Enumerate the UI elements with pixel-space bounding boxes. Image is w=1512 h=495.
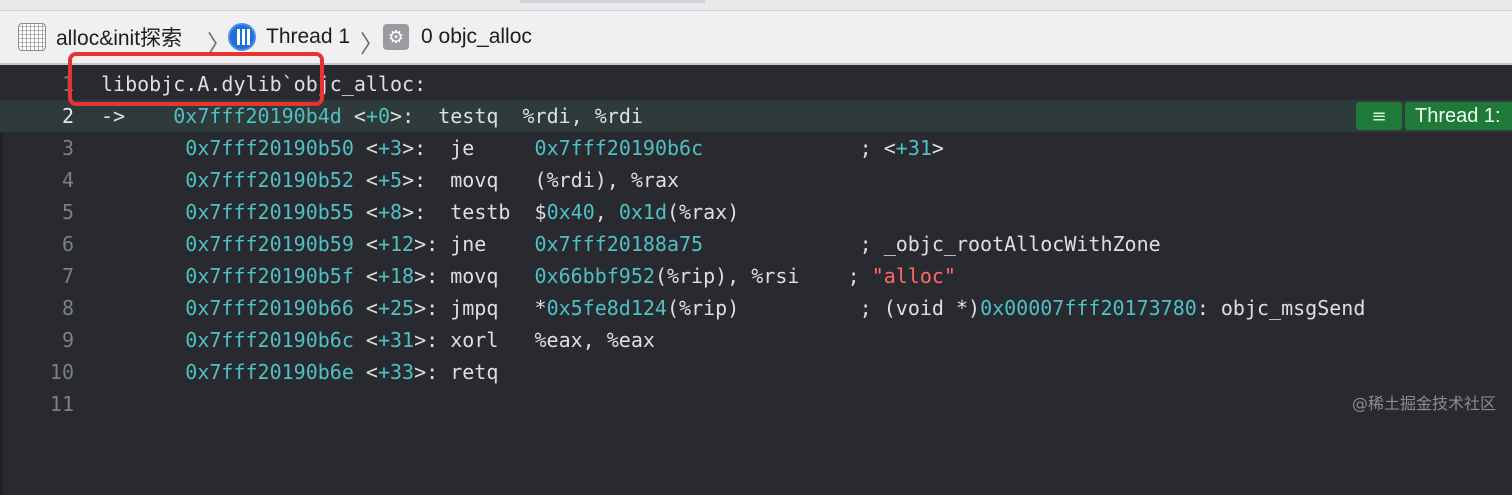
instruction-address: 0x7fff20190b50 [185,136,354,160]
mnemonic: je [450,136,475,160]
displacement: 0x1d [618,200,668,224]
line-number: 2 [61,104,74,128]
instruction-offset: +3 [377,136,403,160]
mnemonic: movq [450,264,499,288]
operands: (%rip) [666,296,740,320]
instruction-offset: +31 [377,328,415,352]
instruction-offset: +8 [377,200,403,224]
thread-icon [228,23,256,51]
code-text: 0x7fff20190b66 <+25>: jmpq *0x5fe8d124(%… [185,296,1366,320]
hamburger-icon[interactable]: ≡ [1356,102,1402,130]
line-number: 4 [61,168,74,192]
operands: 0x7fff20190b6c [534,136,704,160]
instruction-address: 0x7fff20190b6c [185,328,354,352]
instruction-address: 0x7fff20190b6e [185,360,354,384]
mnemonic: retq [450,360,499,384]
comment: _objc_rootAllocWithZone [883,232,1161,256]
operands: (%rdi), %rax [534,168,680,192]
code-text: 0x7fff20190b52 <+5>: movq (%rdi), %rax [185,168,680,192]
code-line[interactable]: 3 0x7fff20190b50 <+3>: je 0x7fff20190b6c… [0,132,1512,164]
code-line[interactable]: 10 0x7fff20190b6e <+33>: retq [0,356,1512,388]
instruction-offset: +18 [377,264,415,288]
instruction-address: 0x7fff20190b55 [185,200,354,224]
code-line[interactable]: 11 [0,388,1512,420]
code-text: 0x7fff20190b55 <+8>: testb $0x40, 0x1d(%… [185,200,740,224]
disassembly-editor[interactable]: 1 libobjc.A.dylib`objc_alloc: 2 -> 0x7ff… [0,67,1512,495]
mnemonic: xorl [450,328,499,352]
code-text: 0x7fff20190b6e <+33>: retq [185,360,499,384]
mnemonic: testb [450,200,511,224]
code-line[interactable]: 5 0x7fff20190b55 <+8>: testb $0x40, 0x1d… [0,196,1512,228]
comment-prefix: (void *) [883,296,981,320]
code-line[interactable]: 6 0x7fff20190b59 <+12>: jne 0x7fff20188a… [0,228,1512,260]
breadcrumb-frame-label: 0 objc_alloc [421,25,532,48]
code-text: 0x7fff20190b59 <+12>: jne 0x7fff20188a75… [185,232,1161,256]
project-icon [18,23,46,51]
thread-indicator-badge[interactable]: Thread 1: [1405,102,1512,130]
displacement: 0x66bbf952 [534,264,655,288]
code-text: 0x7fff20190b6c <+31>: xorl %eax, %eax [185,328,655,352]
code-text: 0x7fff20190b5f <+18>: movq 0x66bbf952(%r… [185,264,956,288]
instruction-address: 0x7fff20190b5f [185,264,354,288]
breadcrumb-project-label: alloc&init探索 [56,27,183,50]
operands: 0x7fff20188a75 [534,232,704,256]
line-number: 11 [49,392,74,416]
annotation-highlight-box [68,52,324,106]
instruction-offset: +0 [365,104,391,128]
mnemonic: testq [438,104,499,128]
window-top-strip [0,0,1512,11]
comment-address: 0x00007fff20173780 [980,296,1197,320]
mnemonic: jne [450,232,487,256]
instruction-offset: +33 [377,360,415,384]
instruction-address: 0x7fff20190b66 [185,296,354,320]
line-number: 10 [49,360,74,384]
line-number: 3 [61,136,74,160]
immediate-value: 0x40 [546,200,595,224]
watermark: @稀土掘金技术社区 [1351,394,1496,413]
operands: %eax, %eax [534,328,655,352]
comment-string: "alloc" [871,264,956,288]
line-number: 9 [61,328,74,352]
instruction-offset: +5 [377,168,403,192]
code-line[interactable]: 9 0x7fff20190b6c <+31>: xorl %eax, %eax [0,324,1512,356]
mnemonic: movq [450,168,499,192]
line-number: 8 [61,296,74,320]
instruction-address: 0x7fff20190b59 [185,232,354,256]
tab-indicator [520,0,705,3]
instruction-offset: +12 [377,232,415,256]
instruction-address: 0x7fff20190b52 [185,168,354,192]
pc-arrow: -> [101,104,126,128]
displacement: 0x5fe8d124 [546,296,667,320]
chevron-right-icon: 〉 [360,30,384,58]
register: (%rax) [667,200,740,224]
code-line[interactable]: 8 0x7fff20190b66 <+25>: jmpq *0x5fe8d124… [0,292,1512,324]
line-number: 5 [61,200,74,224]
instruction-offset: +25 [377,296,415,320]
code-text: 0x7fff20190b50 <+3>: je 0x7fff20190b6c ;… [185,136,944,160]
breadcrumb-frame[interactable]: ⚙ 0 objc_alloc [383,11,532,63]
instruction-address: 0x7fff20190b4d [173,104,342,128]
comment-offset: +31 [895,136,932,160]
operands: (%rip), %rsi [654,264,800,288]
line-number: 7 [61,264,74,288]
gear-icon: ⚙ [383,24,409,50]
breadcrumb-thread-label: Thread 1 [266,25,351,48]
operands: %rdi, %rdi [522,104,643,128]
comment-symbol: : objc_msgSend [1196,296,1366,320]
code-line[interactable]: 7 0x7fff20190b5f <+18>: movq 0x66bbf952(… [0,260,1512,292]
line-number: 1 [61,72,74,96]
code-line[interactable]: 4 0x7fff20190b52 <+5>: movq (%rdi), %rax [0,164,1512,196]
line-number: 6 [61,232,74,256]
mnemonic: jmpq [450,296,499,320]
